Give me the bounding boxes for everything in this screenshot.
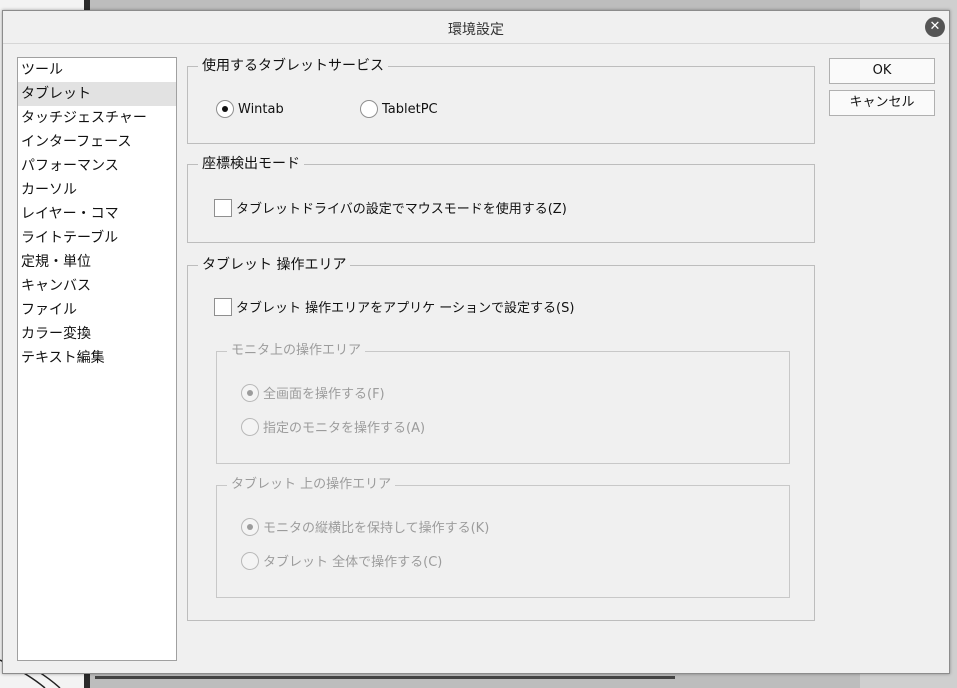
keep-aspect-radio	[241, 517, 259, 536]
dialog-title: 環境設定	[448, 22, 504, 38]
app-setting-label: タブレット 操作エリアをアプリケ ーションで設定する(S)	[236, 301, 575, 316]
full-screen-radio-option: 全画面を操作する(F)	[241, 383, 385, 402]
tablet-surface-area-legend: タブレット 上の操作エリア	[227, 476, 396, 494]
specific-monitor-label: 指定のモニタを操作する(A)	[263, 421, 426, 436]
mouse-mode-label: タブレットドライバの設定でマウスモードを使用する(Z)	[236, 202, 567, 217]
app-setting-checkbox[interactable]	[214, 297, 232, 316]
wintab-label: Wintab	[238, 101, 284, 117]
tablet-service-legend: 使用するタブレットサービス	[198, 57, 388, 75]
category-item-cursor[interactable]: カーソル	[18, 178, 176, 202]
specific-monitor-radio	[241, 417, 259, 436]
cancel-button[interactable]: キャンセル	[829, 90, 935, 116]
specific-monitor-radio-option: 指定のモニタを操作する(A)	[241, 417, 425, 436]
coord-mode-legend: 座標検出モード	[198, 155, 304, 173]
tablet-surface-area-group: タブレット 上の操作エリア モニタの縦横比を保持して操作する(K) タブレット …	[216, 476, 790, 598]
monitor-area-legend: モニタ上の操作エリア	[227, 342, 366, 360]
tabletpc-radio[interactable]	[360, 100, 378, 118]
category-item-canvas[interactable]: キャンバス	[18, 274, 176, 298]
category-item-tool[interactable]: ツール	[18, 58, 176, 82]
category-item-text-edit[interactable]: テキスト編集	[18, 346, 176, 370]
dialog-titlebar[interactable]: 環境設定 ✕	[3, 11, 949, 44]
monitor-area-group: モニタ上の操作エリア 全画面を操作する(F) 指定のモニタを操作する(A)	[216, 342, 790, 464]
category-item-tablet[interactable]: タブレット	[18, 82, 176, 106]
whole-tablet-radio	[241, 551, 259, 570]
tabletpc-label: TabletPC	[382, 101, 438, 117]
keep-aspect-label: モニタの縦横比を保持して操作する(K)	[263, 521, 490, 536]
tablet-area-group: タブレット 操作エリア タブレット 操作エリアをアプリケ ーションで設定する(S…	[187, 256, 815, 621]
background-line	[95, 676, 675, 679]
category-item-ruler-unit[interactable]: 定規・単位	[18, 250, 176, 274]
category-list[interactable]: ツール タブレット タッチジェスチャー インターフェース パフォーマンス カーソ…	[17, 57, 177, 661]
keep-aspect-radio-option: モニタの縦横比を保持して操作する(K)	[241, 517, 489, 536]
ok-button[interactable]: OK	[829, 58, 935, 84]
wintab-radio-option[interactable]: Wintab	[216, 100, 284, 118]
category-item-file[interactable]: ファイル	[18, 298, 176, 322]
whole-tablet-radio-option: タブレット 全体で操作する(C)	[241, 551, 442, 570]
category-item-light-table[interactable]: ライトテーブル	[18, 226, 176, 250]
coord-mode-group: 座標検出モード タブレットドライバの設定でマウスモードを使用する(Z)	[187, 155, 815, 243]
whole-tablet-label: タブレット 全体で操作する(C)	[263, 555, 443, 570]
full-screen-radio	[241, 383, 259, 402]
app-setting-option[interactable]: タブレット 操作エリアをアプリケ ーションで設定する(S)	[214, 297, 574, 316]
mouse-mode-option[interactable]: タブレットドライバの設定でマウスモードを使用する(Z)	[214, 198, 567, 217]
close-icon[interactable]: ✕	[925, 17, 945, 37]
mouse-mode-checkbox[interactable]	[214, 198, 232, 217]
tabletpc-radio-option[interactable]: TabletPC	[360, 100, 438, 118]
category-item-color-conversion[interactable]: カラー変換	[18, 322, 176, 346]
category-item-touch-gesture[interactable]: タッチジェスチャー	[18, 106, 176, 130]
category-item-performance[interactable]: パフォーマンス	[18, 154, 176, 178]
full-screen-label: 全画面を操作する(F)	[263, 387, 385, 402]
preferences-dialog: 環境設定 ✕ ツール タブレット タッチジェスチャー インターフェース パフォー…	[2, 10, 950, 674]
category-item-interface[interactable]: インターフェース	[18, 130, 176, 154]
tablet-service-group: 使用するタブレットサービス Wintab TabletPC	[187, 57, 815, 144]
tablet-area-legend: タブレット 操作エリア	[198, 256, 351, 274]
category-item-layer-frame[interactable]: レイヤー・コマ	[18, 202, 176, 226]
wintab-radio[interactable]	[216, 100, 234, 118]
